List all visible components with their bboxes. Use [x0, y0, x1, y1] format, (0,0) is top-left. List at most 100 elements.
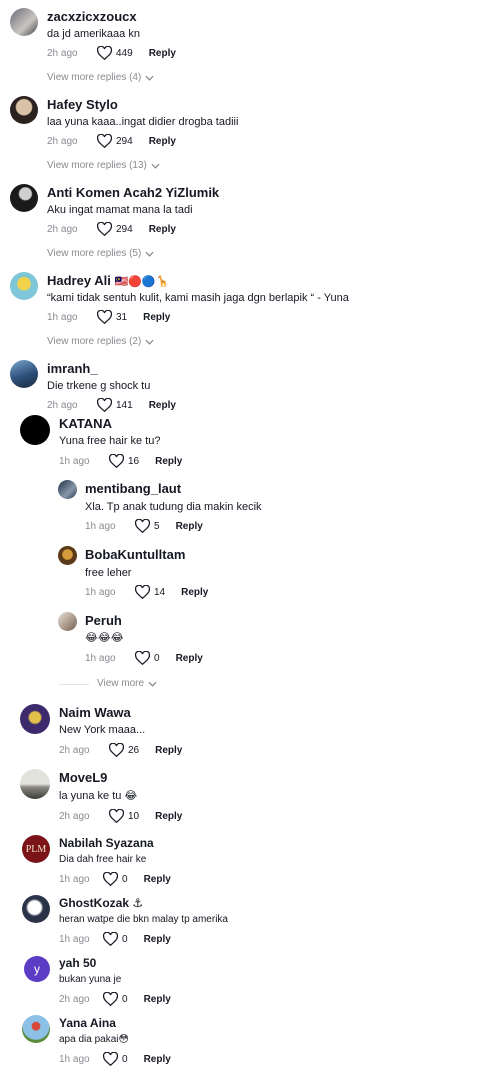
timestamp: 2h ago [47, 47, 78, 59]
heart-icon [97, 398, 112, 412]
avatar[interactable] [10, 272, 38, 300]
reply-button[interactable]: Reply [149, 224, 176, 235]
username[interactable]: Yana Aina [59, 1016, 116, 1030]
reply-button[interactable]: Reply [143, 312, 170, 323]
username[interactable]: Nabilah Syazana [59, 836, 154, 850]
divider [59, 684, 89, 685]
username[interactable]: GhostKozak ⚓ [59, 896, 143, 910]
reply-button[interactable]: Reply [181, 587, 208, 598]
username[interactable]: Peruh [85, 613, 122, 628]
username[interactable]: Hadrey Ali 🇲🇾🔴🔵🦒 [47, 273, 169, 288]
reply-button[interactable]: Reply [144, 1054, 171, 1065]
reply-button[interactable]: Reply [155, 811, 182, 822]
like-count: 14 [154, 586, 166, 598]
avatar[interactable] [22, 1015, 50, 1043]
like-count: 0 [154, 652, 160, 664]
username[interactable]: Hafey Stylo [47, 97, 118, 112]
username[interactable]: yah 50 [59, 956, 96, 970]
like-count: 26 [128, 744, 140, 756]
like-button[interactable]: 294 [97, 134, 133, 148]
avatar[interactable] [58, 480, 77, 499]
timestamp: 2h ago [59, 993, 90, 1005]
avatar[interactable] [10, 360, 38, 388]
comment-meta: 1h ago 16 Reply [59, 454, 182, 468]
timestamp: 1h ago [47, 311, 78, 323]
avatar[interactable] [22, 895, 50, 923]
avatar[interactable] [10, 8, 38, 36]
comment-meta: 1h ago 0 Reply [59, 872, 171, 886]
reply-button[interactable]: Reply [176, 521, 203, 532]
username[interactable]: KATANA [59, 416, 112, 431]
like-count: 294 [116, 135, 133, 147]
timestamp: 2h ago [59, 744, 90, 756]
avatar[interactable] [10, 184, 38, 212]
heart-icon [109, 454, 124, 468]
username[interactable]: MoveL9 [59, 770, 107, 785]
avatar[interactable] [20, 415, 50, 445]
view-more-replies[interactable]: View more replies (5) [47, 248, 154, 259]
like-button[interactable]: 0 [103, 1052, 128, 1066]
view-more-replies[interactable]: View more replies (13) [47, 160, 160, 171]
like-button[interactable]: 26 [109, 743, 139, 757]
chevron-down-icon [151, 163, 160, 169]
username[interactable]: imranh_ [47, 361, 98, 376]
reply-button[interactable]: Reply [149, 400, 176, 411]
chevron-down-icon [145, 251, 154, 257]
comment-text: 😂😂😂 [85, 632, 124, 644]
like-button[interactable]: 0 [135, 651, 160, 665]
like-button[interactable]: 449 [97, 46, 133, 60]
reply-button[interactable]: Reply [149, 136, 176, 147]
reply-button[interactable]: Reply [155, 745, 182, 756]
reply-button[interactable]: Reply [176, 653, 203, 664]
avatar[interactable] [58, 612, 77, 631]
reply-button[interactable]: Reply [149, 48, 176, 59]
like-button[interactable]: 10 [109, 809, 139, 823]
like-count: 16 [128, 455, 140, 467]
reply-button[interactable]: Reply [144, 994, 171, 1005]
avatar[interactable] [20, 704, 50, 734]
view-more-replies[interactable]: View more replies (4) [47, 72, 154, 83]
like-button[interactable]: 141 [97, 398, 133, 412]
comment-text: apa dia pakai😳 [59, 1034, 129, 1045]
reply-button[interactable]: Reply [144, 874, 171, 885]
like-count: 0 [122, 993, 128, 1005]
comment-meta: 2h ago 141 Reply [47, 398, 176, 412]
like-button[interactable]: 16 [109, 454, 139, 468]
username[interactable]: Anti Komen Acah2 YiZlumik [47, 185, 219, 200]
like-button[interactable]: 0 [103, 872, 128, 886]
like-button[interactable]: 0 [103, 992, 128, 1006]
view-more-replies[interactable]: View more replies (2) [47, 336, 154, 347]
timestamp: 1h ago [85, 586, 116, 598]
username[interactable]: zacxzicxzoucx [47, 9, 137, 24]
view-more-replies[interactable]: View more [97, 678, 157, 689]
heart-icon [103, 932, 118, 946]
heart-icon [103, 1052, 118, 1066]
avatar[interactable]: y [24, 956, 50, 982]
like-count: 0 [122, 873, 128, 885]
reply-button[interactable]: Reply [144, 934, 171, 945]
comment-text: bukan yuna je [59, 974, 122, 985]
like-button[interactable]: 294 [97, 222, 133, 236]
comment-text: da jd amerikaaa kn [47, 28, 140, 40]
heart-icon [103, 992, 118, 1006]
timestamp: 1h ago [59, 933, 90, 945]
username[interactable]: BobaKuntulltam [85, 547, 185, 562]
like-button[interactable]: 0 [103, 932, 128, 946]
like-button[interactable]: 5 [135, 519, 160, 533]
like-button[interactable]: 31 [97, 310, 127, 324]
username[interactable]: mentibang_laut [85, 481, 181, 496]
avatar[interactable] [20, 769, 50, 799]
comment-meta: 1h ago 5 Reply [85, 519, 203, 533]
reply-button[interactable]: Reply [155, 456, 182, 467]
timestamp: 1h ago [59, 455, 90, 467]
chevron-down-icon [145, 339, 154, 345]
like-count: 0 [122, 933, 128, 945]
avatar[interactable] [10, 96, 38, 124]
username[interactable]: Naim Wawa [59, 705, 131, 720]
like-button[interactable]: 14 [135, 585, 165, 599]
avatar[interactable] [58, 546, 77, 565]
avatar[interactable]: PLM [22, 835, 50, 863]
comment-meta: 1h ago 0 Reply [85, 651, 203, 665]
timestamp: 1h ago [59, 873, 90, 885]
view-more-label: View more [97, 678, 145, 689]
